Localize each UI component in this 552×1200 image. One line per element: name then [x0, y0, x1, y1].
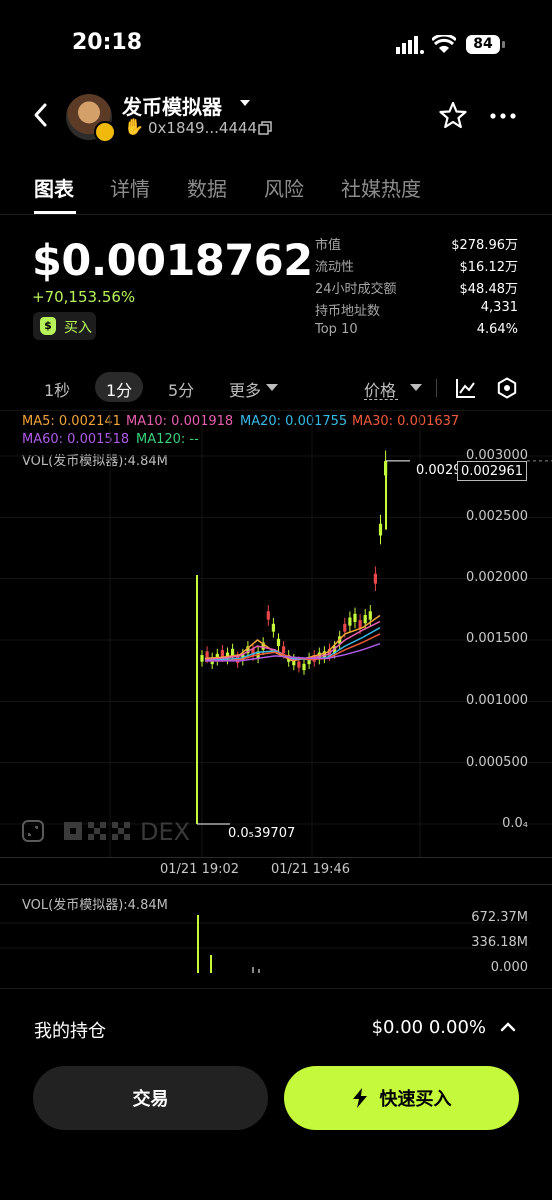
- chain-badge-icon: [94, 121, 116, 143]
- candle-body: [348, 617, 352, 626]
- stat-value-market-cap: $278.96万: [451, 238, 518, 253]
- current-price: $0.0018762: [32, 236, 313, 286]
- signal-icon: [396, 36, 424, 54]
- candle-body: [297, 661, 301, 668]
- stat-value-liquidity: $16.12万: [459, 260, 519, 275]
- volume-bar: [258, 969, 260, 973]
- candle-body: [266, 611, 270, 620]
- candle-body: [378, 523, 383, 536]
- volume-chart[interactable]: [0, 885, 552, 985]
- tab-risk[interactable]: 风险: [264, 173, 304, 202]
- candle-body: [276, 638, 281, 647]
- favorite-star-icon[interactable]: [439, 101, 467, 129]
- candle-body: [368, 611, 372, 620]
- tabs-divider: [0, 214, 552, 215]
- stat-label-holders: 持币地址数: [315, 304, 381, 319]
- stat-label-top10: Top 10: [315, 322, 358, 337]
- battery-icon: 84: [466, 35, 505, 54]
- quick-buy-button[interactable]: 快速买入: [284, 1066, 519, 1130]
- candle-body: [363, 615, 367, 624]
- chevron-down-icon[interactable]: [240, 100, 250, 106]
- candle-body: [205, 651, 209, 659]
- candle-body: [358, 620, 362, 629]
- stat-label-liquidity: 流动性: [315, 260, 355, 275]
- high-price-marker: 0.0029: [416, 463, 462, 478]
- more-caret-icon[interactable]: [266, 384, 278, 391]
- indicator-icon[interactable]: [455, 377, 477, 399]
- fullscreen-icon[interactable]: [22, 820, 44, 842]
- x-tick-1: 01/21 19:46: [271, 862, 351, 877]
- tab-social[interactable]: 社媒热度: [341, 173, 421, 202]
- token-name[interactable]: 发币模拟器: [122, 91, 222, 120]
- trade-button[interactable]: 交易: [33, 1066, 268, 1130]
- candle-body: [282, 646, 286, 654]
- low-price-marker: 0.0₅39707: [228, 826, 296, 841]
- price-change: +70,153.56%: [32, 288, 136, 306]
- holding-divider: [0, 988, 552, 989]
- stat-value-holders: 4,331: [480, 300, 518, 315]
- back-arrow-icon[interactable]: [30, 100, 52, 130]
- y-tick-4: 0.001000: [465, 693, 528, 708]
- interval-1s[interactable]: 1秒: [44, 377, 70, 401]
- dex-watermark: DEX: [140, 818, 191, 846]
- volume-bar: [197, 915, 199, 973]
- candle-body: [231, 648, 235, 656]
- y-tick-3: 0.001500: [465, 631, 528, 646]
- stat-label-market-cap: 市值: [315, 238, 342, 253]
- y-tick-6: 0.0₄: [502, 816, 528, 831]
- candle-body: [271, 623, 275, 632]
- interval-1m[interactable]: 1分: [106, 377, 132, 401]
- tab-details[interactable]: 详情: [110, 173, 150, 202]
- x-tick-0: 01/21 19:02: [160, 862, 240, 877]
- holding-label: 我的持仓: [34, 1021, 106, 1042]
- interval-5m[interactable]: 5分: [168, 377, 194, 401]
- candle-body: [200, 655, 204, 662]
- x-axis-line: [0, 857, 552, 858]
- more-options-icon[interactable]: [490, 113, 516, 119]
- status-time: 20:18: [72, 30, 143, 55]
- price-mode-selector[interactable]: 价格: [364, 377, 396, 401]
- lightning-icon: [352, 1088, 367, 1108]
- buy-chip-button[interactable]: $ 买入: [33, 312, 96, 340]
- okx-logo-icon: [64, 822, 130, 840]
- y-tick-2: 0.002000: [465, 570, 528, 585]
- price-mode-underline: [364, 399, 398, 401]
- trade-button-label: 交易: [132, 1089, 169, 1110]
- copy-icon[interactable]: [258, 121, 272, 135]
- token-address: 0x1849...4444: [148, 119, 258, 137]
- stat-value-top10: 4.64%: [476, 322, 518, 337]
- candle-body: [353, 613, 357, 623]
- price-mode-caret-icon[interactable]: [410, 384, 422, 391]
- buy-chip-label: 买入: [64, 320, 92, 336]
- volume-bar: [210, 955, 212, 973]
- holding-value: $0.00 0.00%: [371, 1017, 486, 1038]
- y-tick-5: 0.000500: [465, 755, 528, 770]
- settings-icon[interactable]: [496, 377, 518, 399]
- chevron-up-icon[interactable]: [500, 1020, 516, 1034]
- candle-body: [343, 623, 347, 632]
- quick-buy-label: 快速买入: [379, 1089, 452, 1110]
- candle-body: [220, 650, 224, 657]
- current-price-marker: 0.002961: [457, 461, 527, 481]
- tab-chart[interactable]: 图表: [34, 173, 74, 202]
- interval-more[interactable]: 更多: [229, 377, 261, 401]
- candle-body: [302, 663, 306, 671]
- hand-icon: ✋: [124, 117, 144, 136]
- money-bag-icon: $: [40, 317, 56, 335]
- wifi-icon: [432, 35, 456, 53]
- volume-bar: [252, 967, 254, 973]
- tab-data[interactable]: 数据: [187, 173, 227, 202]
- stat-value-volume-24h: $48.48万: [459, 282, 519, 297]
- candle-body: [373, 573, 377, 584]
- stat-label-volume-24h: 24小时成交额: [315, 282, 397, 297]
- toolbar-separator: [436, 379, 437, 397]
- y-tick-1: 0.002500: [465, 509, 528, 524]
